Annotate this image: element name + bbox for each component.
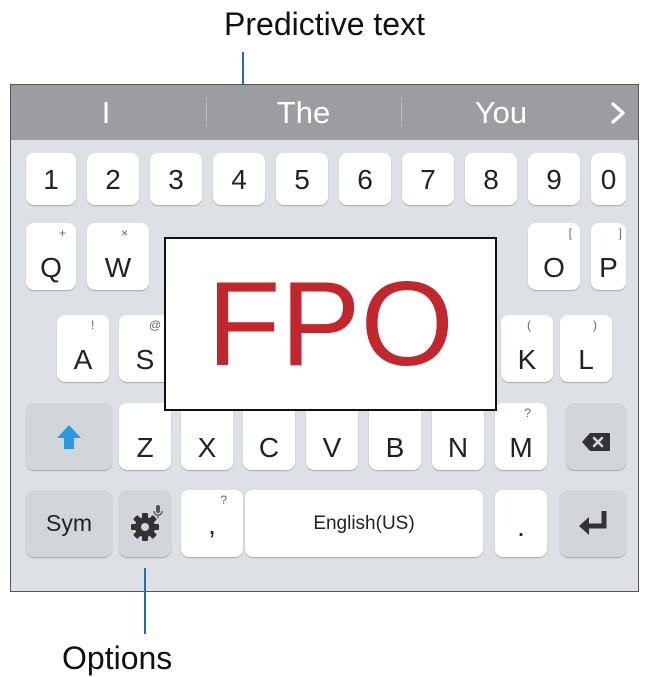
sym-key[interactable]: Sym bbox=[26, 490, 112, 557]
backspace-key[interactable] bbox=[566, 403, 626, 470]
key-o[interactable]: [ O bbox=[528, 223, 580, 290]
shift-up-arrow-icon bbox=[55, 423, 83, 458]
key-q[interactable]: + Q bbox=[26, 223, 76, 290]
key-p[interactable]: ] P bbox=[591, 223, 626, 290]
key-8[interactable]: 8 bbox=[465, 153, 517, 205]
key-a[interactable]: ! A bbox=[57, 315, 109, 382]
callout-options: Options bbox=[62, 640, 173, 676]
key-w[interactable]: × W bbox=[87, 223, 149, 290]
key-0[interactable]: 0 bbox=[591, 153, 626, 205]
suggestion-2[interactable]: The bbox=[226, 85, 381, 140]
key-b[interactable]: B bbox=[369, 403, 421, 470]
predictive-text-bar: I The You bbox=[11, 85, 638, 140]
chevron-right-icon[interactable] bbox=[607, 101, 629, 125]
key-6[interactable]: 6 bbox=[339, 153, 391, 205]
suggestion-separator bbox=[401, 97, 402, 127]
key-m[interactable]: ? M bbox=[495, 403, 547, 470]
shift-key[interactable] bbox=[26, 403, 112, 470]
key-4[interactable]: 4 bbox=[213, 153, 265, 205]
enter-key[interactable] bbox=[560, 490, 626, 557]
key-x[interactable]: X bbox=[181, 403, 233, 470]
key-v[interactable]: V bbox=[306, 403, 358, 470]
callout-line-bottom bbox=[144, 568, 146, 634]
fpo-placeholder: FPO bbox=[164, 237, 497, 411]
callout-predictive-text: Predictive text bbox=[224, 6, 425, 42]
key-3[interactable]: 3 bbox=[150, 153, 202, 205]
key-l[interactable]: ) L bbox=[560, 315, 612, 382]
key-n[interactable]: N bbox=[432, 403, 484, 470]
key-5[interactable]: 5 bbox=[276, 153, 328, 205]
key-2[interactable]: 2 bbox=[87, 153, 139, 205]
suggestion-3[interactable]: You bbox=[421, 85, 581, 140]
gear-icon bbox=[130, 512, 160, 549]
period-key[interactable]: . bbox=[495, 490, 547, 557]
key-9[interactable]: 9 bbox=[528, 153, 580, 205]
key-k[interactable]: ( K bbox=[501, 315, 553, 382]
space-key[interactable]: English(US) bbox=[245, 490, 483, 557]
backspace-icon bbox=[581, 427, 611, 459]
key-7[interactable]: 7 bbox=[402, 153, 454, 205]
comma-key[interactable]: ? , bbox=[181, 490, 243, 557]
keyboard: I The You 1 2 3 4 5 6 7 8 9 0 + Q × W [ … bbox=[10, 84, 639, 592]
enter-icon bbox=[576, 509, 610, 544]
key-c[interactable]: C bbox=[243, 403, 295, 470]
options-key[interactable] bbox=[119, 490, 171, 557]
suggestion-1[interactable]: I bbox=[31, 85, 181, 140]
suggestion-separator bbox=[206, 97, 207, 127]
key-1[interactable]: 1 bbox=[26, 153, 76, 205]
key-z[interactable]: Z bbox=[119, 403, 171, 470]
